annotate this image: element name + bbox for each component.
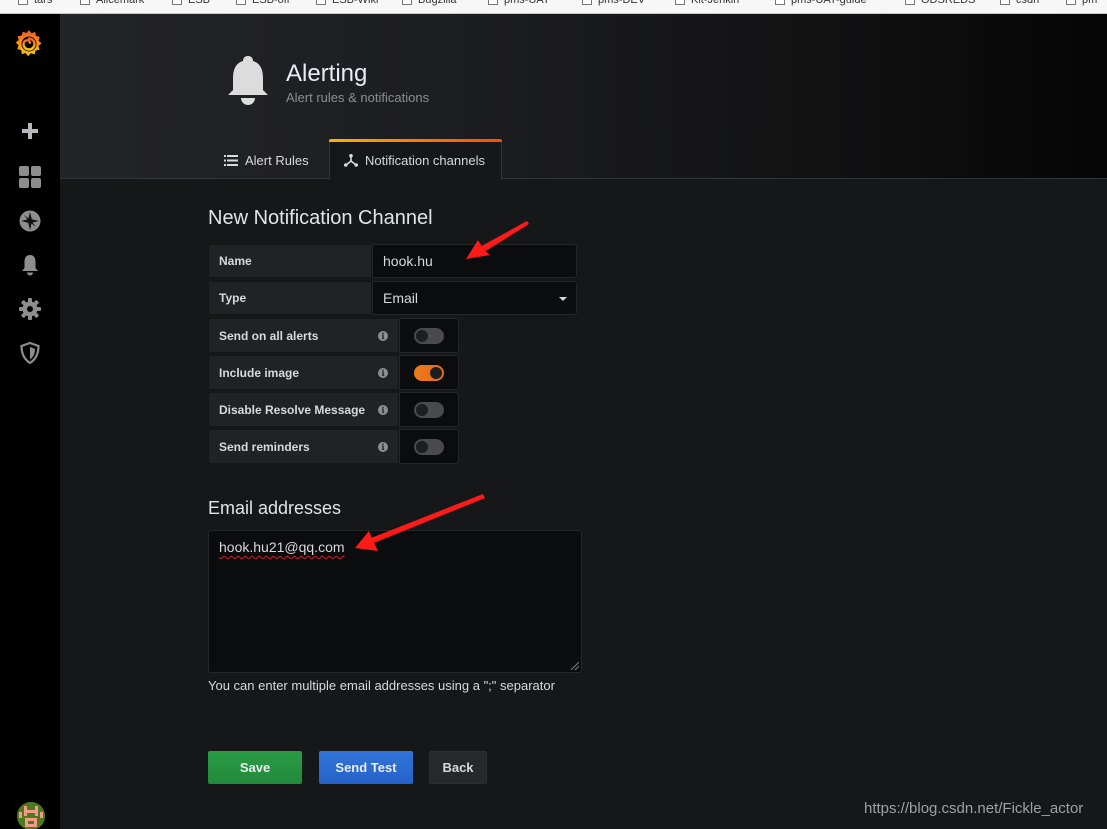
bookmark-item[interactable]: csdn: [1000, 0, 1039, 6]
tab-notification-channels[interactable]: Notification channels: [329, 139, 502, 180]
save-button[interactable]: Save: [208, 751, 302, 784]
sidebar-item-alerting[interactable]: [15, 250, 45, 280]
toggle-knob: [416, 403, 428, 416]
email-section-title: Email addresses: [208, 498, 342, 518]
sidebar-item-explore[interactable]: [15, 206, 45, 236]
bookmark-item[interactable]: Alicemark: [80, 0, 144, 6]
bookmark-item[interactable]: Bugzilla: [402, 0, 457, 6]
bookmark-icon: [1066, 0, 1076, 5]
section-title: New Notification Channel: [208, 207, 433, 229]
grafana-logo-icon[interactable]: [13, 28, 45, 60]
bookmark-item[interactable]: ESB-off: [236, 0, 290, 6]
info-icon[interactable]: i: [378, 368, 388, 378]
bookmark-item[interactable]: pms-DEV: [582, 0, 645, 6]
switch-send-reminders: Send reminders i: [208, 429, 459, 464]
toggle-send-reminders[interactable]: [399, 429, 459, 464]
bookmark-item[interactable]: pms-UAT: [488, 0, 550, 6]
bookmarks-bar: tars Alicemark ESB ESB-off ESB-Wiki Bugz…: [0, 0, 1107, 14]
bookmark-item[interactable]: Kit-Jenkin: [675, 0, 739, 6]
bookmark-icon: [172, 0, 182, 5]
toggle-switch[interactable]: [414, 327, 444, 344]
bookmark-icon: [236, 0, 246, 5]
watermark: https://blog.csdn.net/Fickle_actor: [864, 800, 1084, 817]
name-input[interactable]: hook.hu: [372, 244, 577, 278]
name-label: Name: [208, 244, 372, 278]
compass-icon: [19, 210, 41, 232]
toggle-include-image[interactable]: [399, 355, 459, 390]
page-header: Alerting Alert rules & notifications Ale…: [60, 14, 1107, 180]
bookmark-item[interactable]: pms-UAT-guide: [775, 0, 867, 6]
toggle-knob: [416, 329, 428, 342]
toggle-switch[interactable]: [414, 438, 444, 455]
switch-label: Disable Resolve Message i: [208, 392, 399, 427]
type-select[interactable]: Email: [372, 281, 577, 315]
send-test-button[interactable]: Send Test: [319, 751, 413, 784]
page-title: Alerting: [286, 60, 368, 87]
bookmark-icon: [582, 0, 592, 5]
bookmark-icon: [18, 0, 28, 5]
sidebar-item-server-admin[interactable]: [15, 338, 45, 368]
toggle-switch[interactable]: [414, 364, 444, 381]
switch-send-on-all-alerts: Send on all alerts i: [208, 318, 459, 353]
switch-label: Include image i: [208, 355, 399, 390]
name-row: Name hook.hu: [208, 244, 577, 278]
gear-icon: [19, 298, 41, 320]
tab-alert-rules[interactable]: Alert Rules: [224, 140, 309, 180]
switch-label: Send reminders i: [208, 429, 399, 464]
bookmark-icon: [488, 0, 498, 5]
bell-icon: [22, 255, 38, 276]
info-icon[interactable]: i: [378, 442, 388, 452]
bookmark-icon: [316, 0, 326, 5]
toggle-switch[interactable]: [414, 401, 444, 418]
bookmark-icon: [775, 0, 785, 5]
caret-down-icon: [559, 297, 567, 301]
plus-icon: [22, 123, 38, 139]
toggle-knob: [416, 440, 428, 453]
bookmark-item[interactable]: ODSREDS: [905, 0, 975, 6]
bookmark-icon: [1000, 0, 1010, 5]
info-icon[interactable]: i: [378, 331, 388, 341]
switch-label: Send on all alerts i: [208, 318, 399, 353]
type-row: Type Email: [208, 281, 577, 315]
bookmark-icon: [675, 0, 685, 5]
bookmark-icon: [402, 0, 412, 5]
sidebar-item-create[interactable]: [15, 116, 45, 146]
tab-label: Notification channels: [365, 153, 485, 168]
bookmark-item[interactable]: ESB-Wiki: [316, 0, 378, 6]
shield-icon: [20, 342, 40, 364]
sidebar: [0, 14, 60, 829]
page-subtitle: Alert rules & notifications: [286, 90, 430, 105]
switch-include-image: Include image i: [208, 355, 459, 390]
bookmark-item[interactable]: pm: [1066, 0, 1097, 6]
bell-icon: [228, 56, 268, 105]
bookmark-icon: [905, 0, 915, 5]
back-button[interactable]: Back: [429, 751, 487, 784]
tab-label: Alert Rules: [245, 152, 309, 168]
sidebar-item-configuration[interactable]: [15, 294, 45, 324]
info-icon[interactable]: i: [378, 405, 388, 415]
user-avatar[interactable]: [17, 802, 45, 829]
channels-icon: [344, 154, 358, 167]
dashboard-grid-icon: [19, 166, 41, 188]
toggle-send-on-all-alerts[interactable]: [399, 318, 459, 353]
toggle-knob: [430, 366, 442, 379]
resize-handle[interactable]: [571, 662, 579, 670]
email-helper-text: You can enter multiple email addresses u…: [208, 678, 555, 693]
switch-disable-resolve-message: Disable Resolve Message i: [208, 392, 459, 427]
email-addresses-value: hook.hu21@qq.com: [219, 539, 345, 555]
type-select-value: Email: [383, 290, 419, 306]
list-icon: [224, 154, 238, 166]
bookmark-icon: [80, 0, 90, 5]
toggle-disable-resolve-message[interactable]: [399, 392, 459, 427]
type-label: Type: [208, 281, 372, 315]
email-addresses-textarea[interactable]: hook.hu21@qq.com: [208, 530, 582, 673]
sidebar-item-dashboards[interactable]: [15, 162, 45, 192]
bookmark-item[interactable]: ESB: [172, 0, 210, 6]
bookmark-item[interactable]: tars: [18, 0, 52, 6]
